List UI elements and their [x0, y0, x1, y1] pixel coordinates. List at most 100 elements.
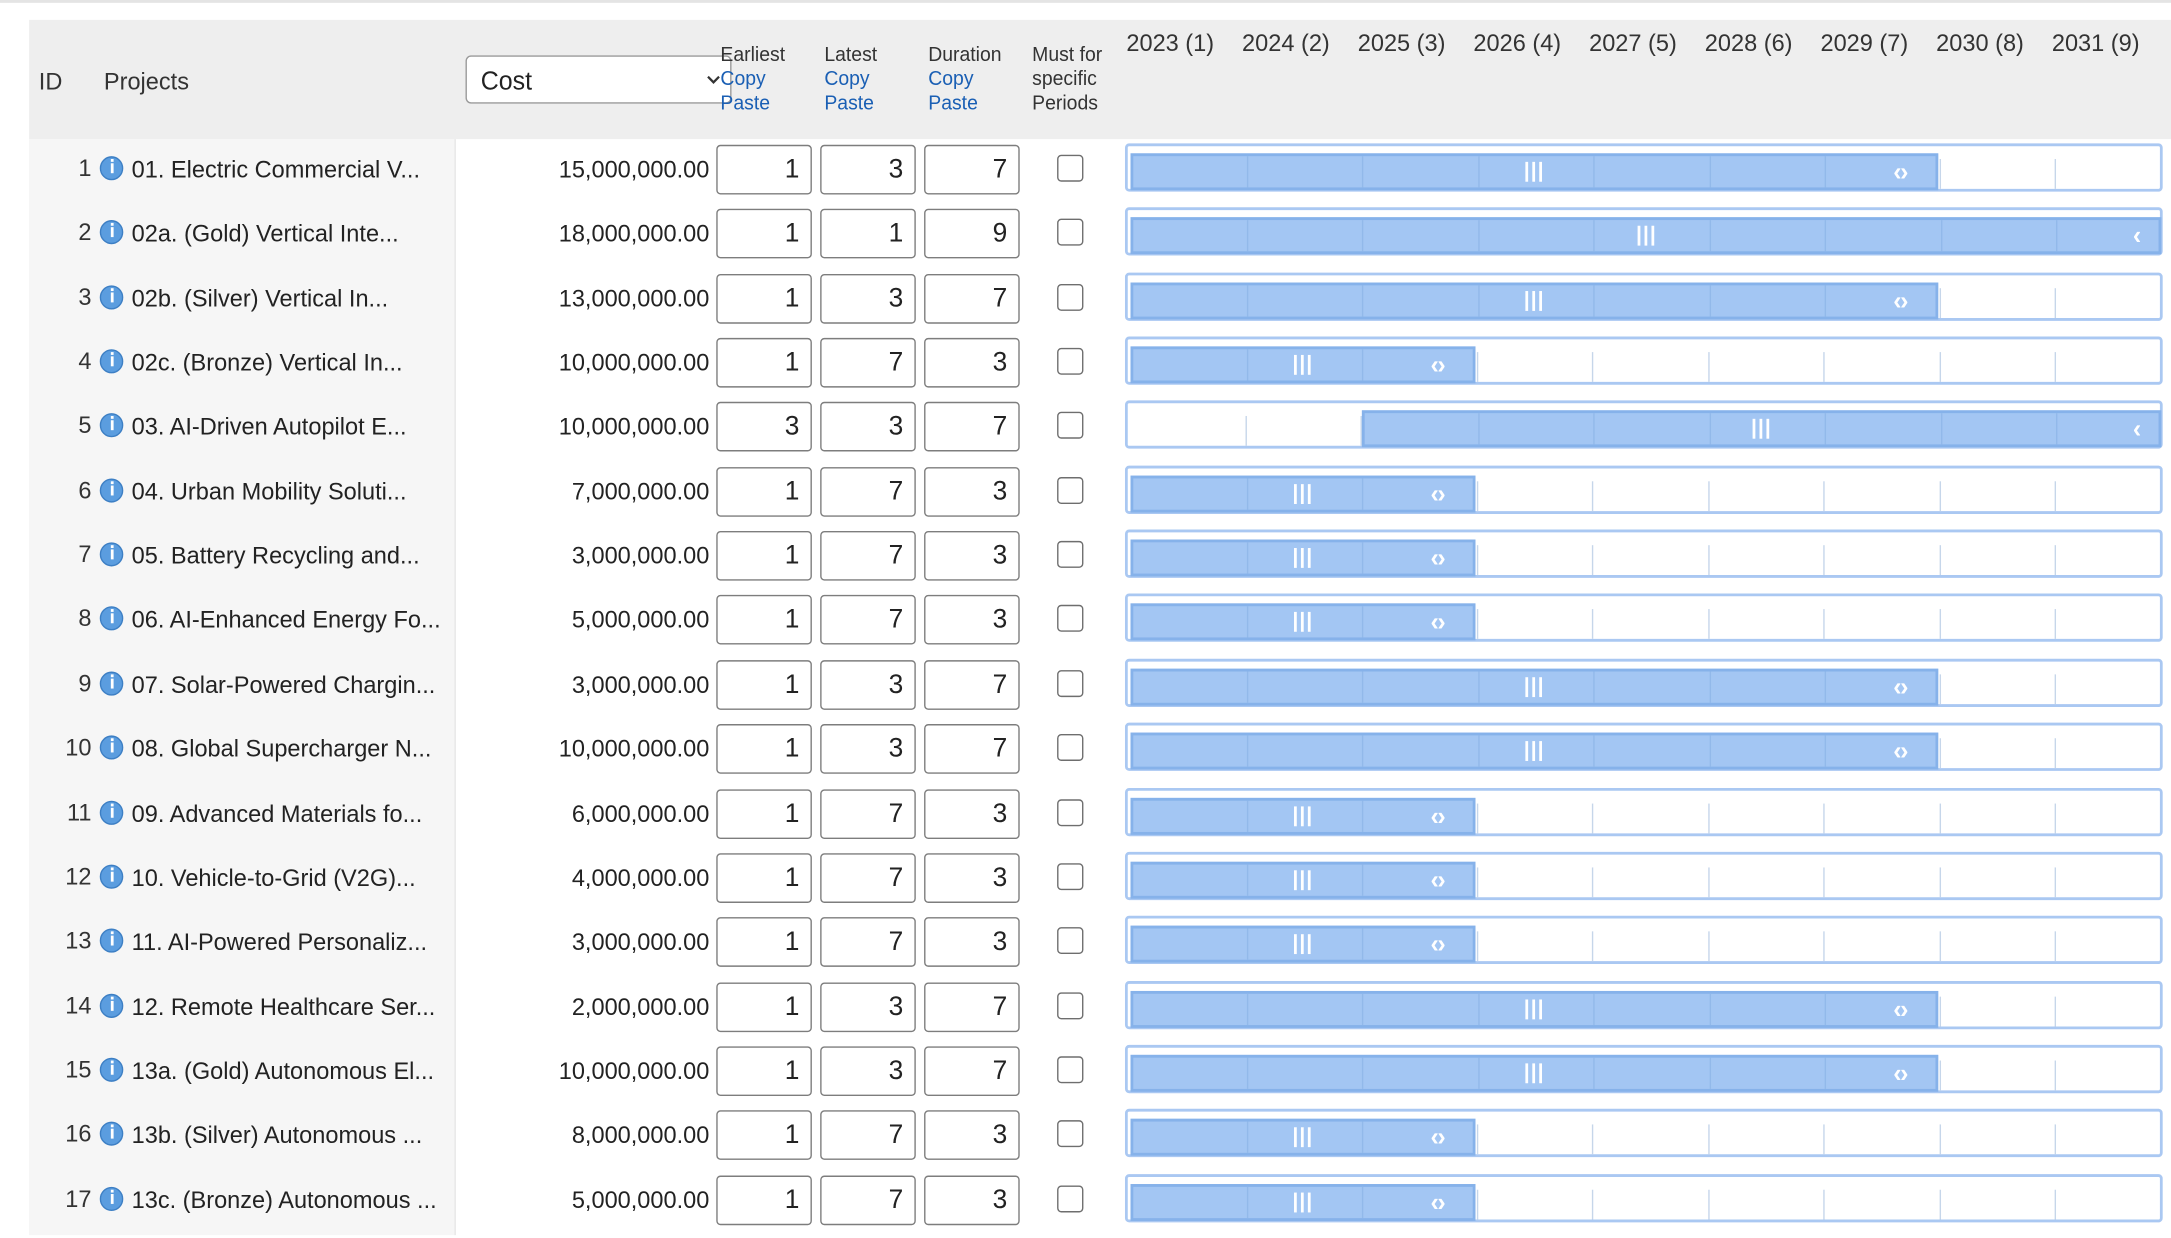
- schedule-bar[interactable]: ‹›: [1130, 539, 1475, 577]
- duration-input[interactable]: 3: [924, 788, 1020, 839]
- drag-grip-icon[interactable]: [1292, 612, 1314, 633]
- schedule-bar[interactable]: ‹›: [1130, 282, 1938, 319]
- schedule-bar[interactable]: ‹›: [1130, 797, 1475, 835]
- resize-handle-icon[interactable]: ‹›: [1893, 288, 1908, 314]
- resize-handle-icon[interactable]: ‹›: [1893, 1060, 1908, 1086]
- info-icon[interactable]: [99, 413, 124, 438]
- duration-input[interactable]: 9: [924, 209, 1020, 259]
- drag-grip-icon[interactable]: [1523, 676, 1545, 697]
- latest-input[interactable]: 7: [820, 337, 916, 388]
- resize-handle-icon[interactable]: ‹›: [1893, 996, 1908, 1022]
- duration-input[interactable]: 7: [924, 273, 1020, 324]
- earliest-input[interactable]: 1: [716, 1046, 812, 1096]
- schedule-bar[interactable]: ‹: [1130, 217, 2161, 255]
- latest-copy-link[interactable]: Copy: [824, 67, 877, 91]
- info-icon[interactable]: [99, 284, 124, 310]
- duration-input[interactable]: 3: [924, 337, 1020, 388]
- earliest-input[interactable]: 1: [716, 1110, 812, 1161]
- drag-grip-icon[interactable]: [1292, 805, 1314, 826]
- resize-handle-icon[interactable]: ‹›: [1430, 932, 1445, 958]
- drag-grip-icon[interactable]: [1634, 226, 1656, 247]
- duration-input[interactable]: 7: [924, 1046, 1020, 1096]
- resize-handle-icon[interactable]: ‹›: [1430, 803, 1445, 829]
- info-icon[interactable]: [99, 993, 124, 1018]
- must-for-periods-checkbox[interactable]: [1057, 669, 1084, 697]
- latest-input[interactable]: 1: [820, 209, 916, 259]
- info-icon[interactable]: [99, 478, 124, 503]
- latest-input[interactable]: 3: [820, 659, 916, 710]
- shift-left-icon[interactable]: ‹: [2133, 223, 2141, 249]
- must-for-periods-checkbox[interactable]: [1057, 927, 1084, 955]
- must-for-periods-checkbox[interactable]: [1057, 541, 1084, 569]
- schedule-bar[interactable]: ‹›: [1130, 861, 1475, 899]
- earliest-input[interactable]: 1: [716, 1174, 812, 1225]
- duration-input[interactable]: 3: [924, 853, 1020, 903]
- info-icon[interactable]: [99, 735, 124, 760]
- schedule-bar[interactable]: ‹›: [1130, 990, 1938, 1028]
- schedule-bar[interactable]: ‹›: [1130, 1054, 1938, 1092]
- earliest-paste-link[interactable]: Paste: [720, 91, 785, 115]
- latest-input[interactable]: 7: [820, 1174, 916, 1225]
- resize-handle-icon[interactable]: ‹›: [1430, 545, 1445, 571]
- resize-handle-icon[interactable]: ‹›: [1430, 352, 1445, 378]
- schedule-bar[interactable]: ‹›: [1130, 1183, 1475, 1221]
- earliest-input[interactable]: 3: [716, 402, 812, 453]
- schedule-bar[interactable]: ‹›: [1130, 668, 1938, 706]
- must-for-periods-checkbox[interactable]: [1057, 283, 1084, 311]
- duration-input[interactable]: 3: [924, 1174, 1020, 1225]
- must-for-periods-checkbox[interactable]: [1057, 412, 1084, 440]
- duration-input[interactable]: 7: [924, 981, 1020, 1032]
- schedule-bar[interactable]: ‹: [1361, 410, 2161, 448]
- resize-handle-icon[interactable]: ‹›: [1893, 738, 1908, 764]
- drag-grip-icon[interactable]: [1292, 548, 1314, 569]
- drag-grip-icon[interactable]: [1292, 483, 1314, 504]
- earliest-input[interactable]: 1: [716, 659, 812, 710]
- info-icon[interactable]: [99, 800, 124, 825]
- earliest-input[interactable]: 1: [716, 595, 812, 646]
- must-for-periods-checkbox[interactable]: [1057, 1120, 1084, 1148]
- info-icon[interactable]: [99, 349, 124, 374]
- duration-input[interactable]: 7: [924, 724, 1020, 774]
- earliest-input[interactable]: 1: [716, 724, 812, 774]
- schedule-bar[interactable]: ‹›: [1130, 1119, 1475, 1157]
- info-icon[interactable]: [99, 928, 124, 953]
- must-for-periods-checkbox[interactable]: [1057, 605, 1084, 633]
- info-icon[interactable]: [99, 1121, 124, 1147]
- earliest-input[interactable]: 1: [716, 853, 812, 903]
- duration-input[interactable]: 7: [924, 659, 1020, 710]
- info-icon[interactable]: [99, 864, 124, 889]
- must-for-periods-checkbox[interactable]: [1057, 219, 1084, 247]
- resize-handle-icon[interactable]: ‹›: [1430, 481, 1445, 507]
- must-for-periods-checkbox[interactable]: [1057, 1184, 1084, 1212]
- schedule-bar[interactable]: ‹›: [1130, 475, 1475, 513]
- resize-handle-icon[interactable]: ‹›: [1430, 1125, 1445, 1151]
- shift-left-icon[interactable]: ‹: [2133, 417, 2141, 443]
- drag-grip-icon[interactable]: [1523, 741, 1545, 762]
- drag-grip-icon[interactable]: [1523, 998, 1545, 1019]
- duration-input[interactable]: 3: [924, 466, 1020, 517]
- schedule-bar[interactable]: ‹›: [1130, 732, 1938, 770]
- resize-handle-icon[interactable]: ‹›: [1893, 674, 1908, 700]
- earliest-input[interactable]: 1: [716, 788, 812, 839]
- latest-input[interactable]: 3: [820, 402, 916, 453]
- info-icon[interactable]: [99, 606, 124, 631]
- duration-input[interactable]: 7: [924, 144, 1020, 195]
- latest-input[interactable]: 3: [820, 1046, 916, 1096]
- drag-grip-icon[interactable]: [1292, 870, 1314, 890]
- duration-input[interactable]: 7: [924, 402, 1020, 453]
- latest-input[interactable]: 3: [820, 273, 916, 324]
- latest-input[interactable]: 7: [820, 466, 916, 517]
- latest-input[interactable]: 7: [820, 917, 916, 968]
- cost-dropdown[interactable]: Cost: [465, 55, 732, 104]
- resize-handle-icon[interactable]: ‹›: [1430, 867, 1445, 893]
- info-icon[interactable]: [99, 220, 124, 245]
- drag-grip-icon[interactable]: [1292, 354, 1314, 375]
- must-for-periods-checkbox[interactable]: [1057, 154, 1084, 182]
- schedule-bar[interactable]: ‹›: [1130, 346, 1475, 384]
- must-for-periods-checkbox[interactable]: [1057, 476, 1084, 504]
- info-icon[interactable]: [99, 156, 124, 181]
- latest-input[interactable]: 3: [820, 724, 916, 774]
- must-for-periods-checkbox[interactable]: [1057, 991, 1084, 1019]
- info-icon[interactable]: [99, 1057, 124, 1082]
- drag-grip-icon[interactable]: [1523, 1063, 1545, 1084]
